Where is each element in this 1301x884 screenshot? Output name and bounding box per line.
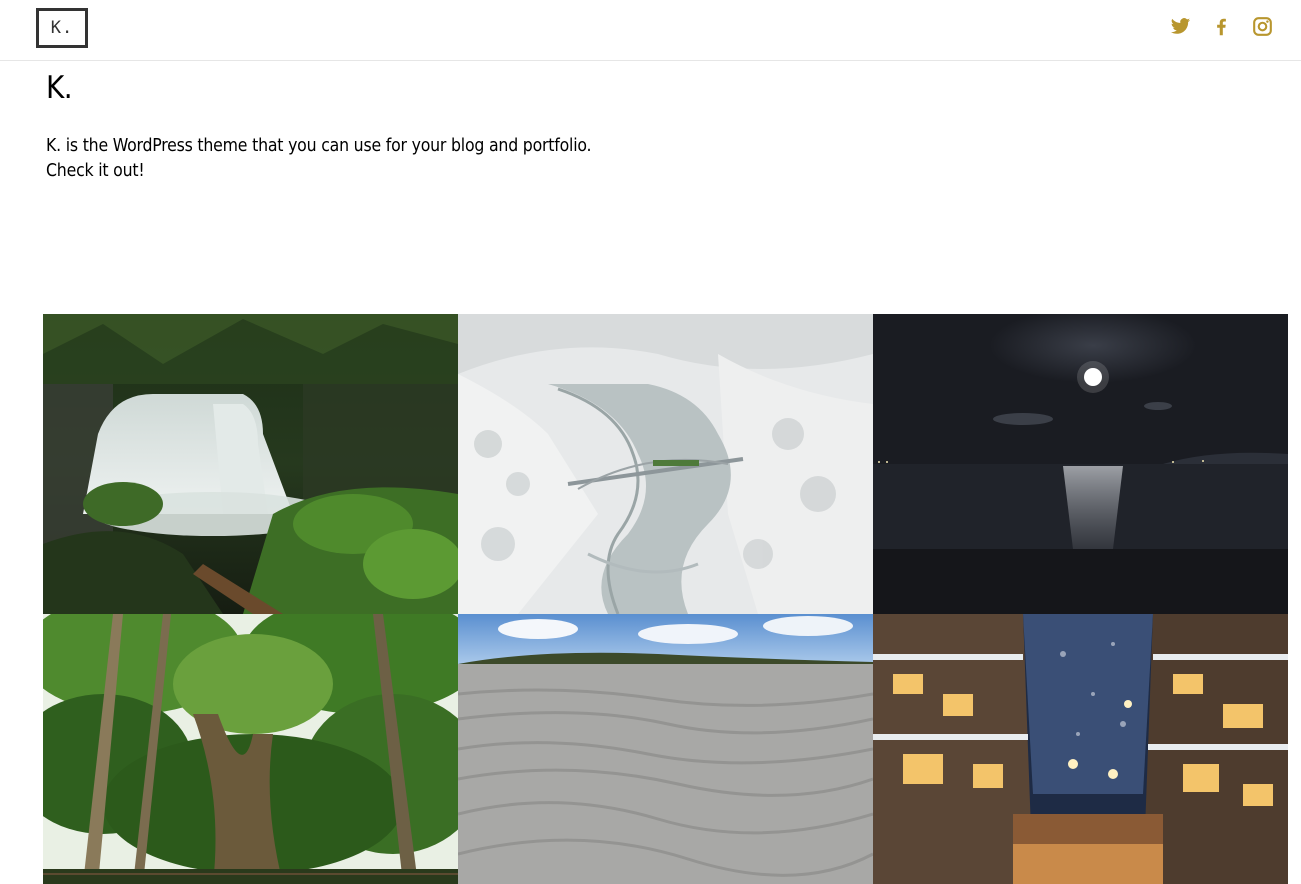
moon-sea-photo xyxy=(873,314,1288,614)
giant-tree-photo xyxy=(43,614,458,884)
gallery-item-waterfall[interactable] xyxy=(43,314,458,614)
twitter-link[interactable] xyxy=(1170,16,1191,37)
gallery-item-giant-tree[interactable] xyxy=(43,614,458,884)
twitter-icon xyxy=(1170,18,1191,34)
snow-bridge-photo xyxy=(458,314,873,614)
description-line-1: K. is the WordPress theme that you can u… xyxy=(46,136,592,156)
gallery-item-snow-town[interactable] xyxy=(873,614,1288,884)
site-title: K. xyxy=(46,70,73,106)
description-line-2: Check it out! xyxy=(46,161,145,181)
facebook-icon xyxy=(1217,18,1226,36)
gallery-item-moon-sea[interactable] xyxy=(873,314,1288,614)
gallery-item-sand-dunes[interactable] xyxy=(458,614,873,884)
snow-town-photo xyxy=(873,614,1288,884)
instagram-link[interactable] xyxy=(1252,16,1273,37)
gallery-item-snow-bridge[interactable] xyxy=(458,314,873,614)
waterfall-photo xyxy=(43,314,458,614)
social-links xyxy=(1170,16,1273,37)
site-logo[interactable]: K. xyxy=(36,8,88,48)
gallery-grid xyxy=(43,314,1288,884)
logo-text: K. xyxy=(50,18,74,38)
site-description: K. is the WordPress theme that you can u… xyxy=(46,134,591,184)
site-header: K. xyxy=(0,0,1301,61)
facebook-link[interactable] xyxy=(1211,16,1232,37)
instagram-icon xyxy=(1253,17,1272,36)
sand-dunes-photo xyxy=(458,614,873,884)
